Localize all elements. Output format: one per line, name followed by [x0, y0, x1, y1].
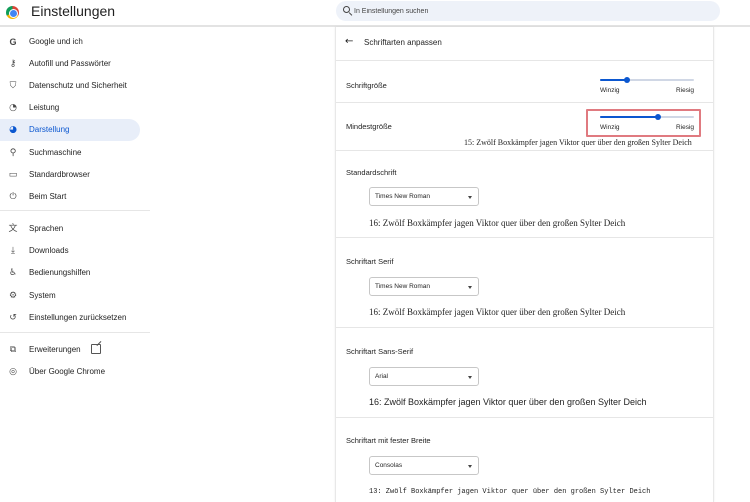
serif-font-label: Schriftart Serif [346, 257, 394, 266]
sidebar-item-label: Erweiterungen [29, 345, 81, 354]
search-input[interactable] [354, 4, 694, 18]
caret-down-icon [468, 286, 472, 289]
sidebar-item-label: Google und ich [29, 37, 83, 46]
row-divider [336, 60, 713, 61]
sidebar-item-datenschutz[interactable]: ⛉ Datenschutz und Sicherheit [0, 75, 140, 97]
select-value: Arial [375, 373, 389, 380]
min-font-size-label: Mindestgröße [346, 122, 392, 131]
sidebar-item-zuruecksetzen[interactable]: ↺ Einstellungen zurücksetzen [0, 307, 140, 329]
search-icon [343, 6, 350, 13]
sidebar-item-autofill[interactable]: ⚷ Autofill und Passwörter [0, 53, 140, 75]
sidebar-item-downloads[interactable]: ⤓ Downloads [0, 240, 140, 262]
select-value: Consolas [375, 462, 403, 469]
sans-serif-font-select[interactable]: Arial [369, 367, 479, 386]
sidebar-item-label: Darstellung [29, 125, 70, 134]
fixed-width-font-label: Schriftart mit fester Breite [346, 436, 431, 445]
slider-thumb[interactable] [624, 77, 631, 83]
app-title: Einstellungen [31, 3, 116, 19]
sidebar-item-label: Über Google Chrome [29, 367, 106, 376]
sidebar-item-label: Downloads [29, 246, 69, 255]
reset-icon: ↺ [9, 313, 17, 323]
row-divider [336, 150, 713, 151]
sidebar-divider [0, 332, 150, 333]
sidebar-item-ueber-chrome[interactable]: ◎ Über Google Chrome [0, 361, 140, 383]
highlight-outline [586, 109, 701, 137]
sidebar-item-sprachen[interactable]: 文 Sprachen [0, 218, 140, 240]
sans-serif-font-label: Schriftart Sans-Serif [346, 347, 414, 356]
row-divider [336, 237, 713, 238]
accessibility-icon: ♿ [8, 268, 18, 278]
sidebar-item-standardbrowser[interactable]: ▭ Standardbrowser [0, 164, 140, 186]
fixed-width-font-sample-text: 13: Zwölf Boxkämpfer jagen Viktor quer ü… [369, 488, 651, 496]
sidebar-item-erweiterungen[interactable]: ⧉ Erweiterungen [0, 339, 140, 361]
sidebar-item-darstellung[interactable]: ◕ Darstellung [0, 119, 140, 141]
sans-serif-font-sample-text: 16: Zwölf Boxkämpfer jagen Viktor quer ü… [369, 397, 647, 407]
sidebar: G Google und ich ⚷ Autofill und Passwört… [0, 30, 150, 502]
wrench-icon: ⚙ [8, 291, 18, 301]
download-icon: ⤓ [11, 246, 15, 256]
select-value: Times New Roman [375, 283, 431, 290]
sidebar-item-suchmaschine[interactable]: ⚲ Suchmaschine [0, 142, 140, 164]
font-size-label: Schriftgröße [346, 81, 387, 90]
chrome-icon: ◎ [9, 367, 17, 377]
browser-window-icon: ▭ [8, 170, 18, 180]
sidebar-item-google-und-ich[interactable]: G Google und ich [0, 31, 140, 53]
speedometer-icon: ◔ [9, 103, 17, 113]
row-divider [336, 417, 713, 418]
palette-icon: ◕ [9, 125, 17, 135]
caret-down-icon [468, 376, 472, 379]
sidebar-item-label: Sprachen [29, 224, 64, 233]
power-icon: ⏻ [9, 192, 17, 202]
sidebar-item-label: Suchmaschine [29, 148, 82, 157]
back-arrow-icon[interactable]: ← [345, 36, 353, 47]
page-title: Schriftarten anpassen [364, 38, 442, 47]
shield-icon: ⛉ [9, 81, 17, 91]
fixed-width-font-select[interactable]: Consolas [369, 456, 479, 475]
chrome-logo-icon [6, 6, 19, 19]
slider-max-label: Riesig [675, 87, 694, 94]
google-icon: G [9, 37, 17, 47]
standard-font-sample-text: 16: Zwölf Boxkämpfer jagen Viktor quer ü… [369, 218, 626, 228]
serif-font-sample-text: 16: Zwölf Boxkämpfer jagen Viktor quer ü… [369, 307, 626, 317]
sidebar-item-label: System [29, 291, 56, 300]
min-font-sample-text: 15: Zwölf Boxkämpfer jagen Viktor quer ü… [464, 138, 692, 147]
puzzle-icon: ⧉ [9, 345, 17, 355]
sidebar-item-label: Beim Start [29, 192, 67, 201]
external-link-icon [91, 344, 101, 354]
sidebar-item-label: Bedienungshilfen [29, 268, 91, 277]
sidebar-divider [0, 210, 150, 211]
scrollbar[interactable] [740, 27, 750, 502]
serif-font-select[interactable]: Times New Roman [369, 277, 479, 296]
slider-min-label: Winzig [600, 87, 620, 94]
sidebar-item-bedienungshilfen[interactable]: ♿ Bedienungshilfen [0, 262, 140, 284]
row-divider [336, 102, 713, 103]
sidebar-item-label: Leistung [29, 103, 60, 112]
sidebar-item-label: Standardbrowser [29, 170, 90, 179]
font-size-slider[interactable]: Winzig Riesig [600, 76, 694, 96]
sidebar-item-beim-start[interactable]: ⏻ Beim Start [0, 186, 140, 208]
sidebar-item-label: Datenschutz und Sicherheit [29, 81, 127, 90]
sidebar-item-label: Autofill und Passwörter [29, 59, 111, 68]
sidebar-item-leistung[interactable]: ◔ Leistung [0, 97, 140, 119]
key-icon: ⚷ [9, 59, 17, 69]
slider-fill [600, 79, 628, 81]
translate-icon: 文 [8, 224, 18, 234]
standard-font-label: Standardschrift [346, 168, 397, 177]
select-value: Times New Roman [375, 193, 431, 200]
search-icon: ⚲ [9, 148, 17, 158]
caret-down-icon [468, 465, 472, 468]
row-divider [336, 327, 713, 328]
sidebar-item-system[interactable]: ⚙ System [0, 285, 140, 307]
sidebar-item-label: Einstellungen zurücksetzen [29, 313, 127, 322]
standard-font-select[interactable]: Times New Roman [369, 187, 479, 206]
caret-down-icon [468, 196, 472, 199]
